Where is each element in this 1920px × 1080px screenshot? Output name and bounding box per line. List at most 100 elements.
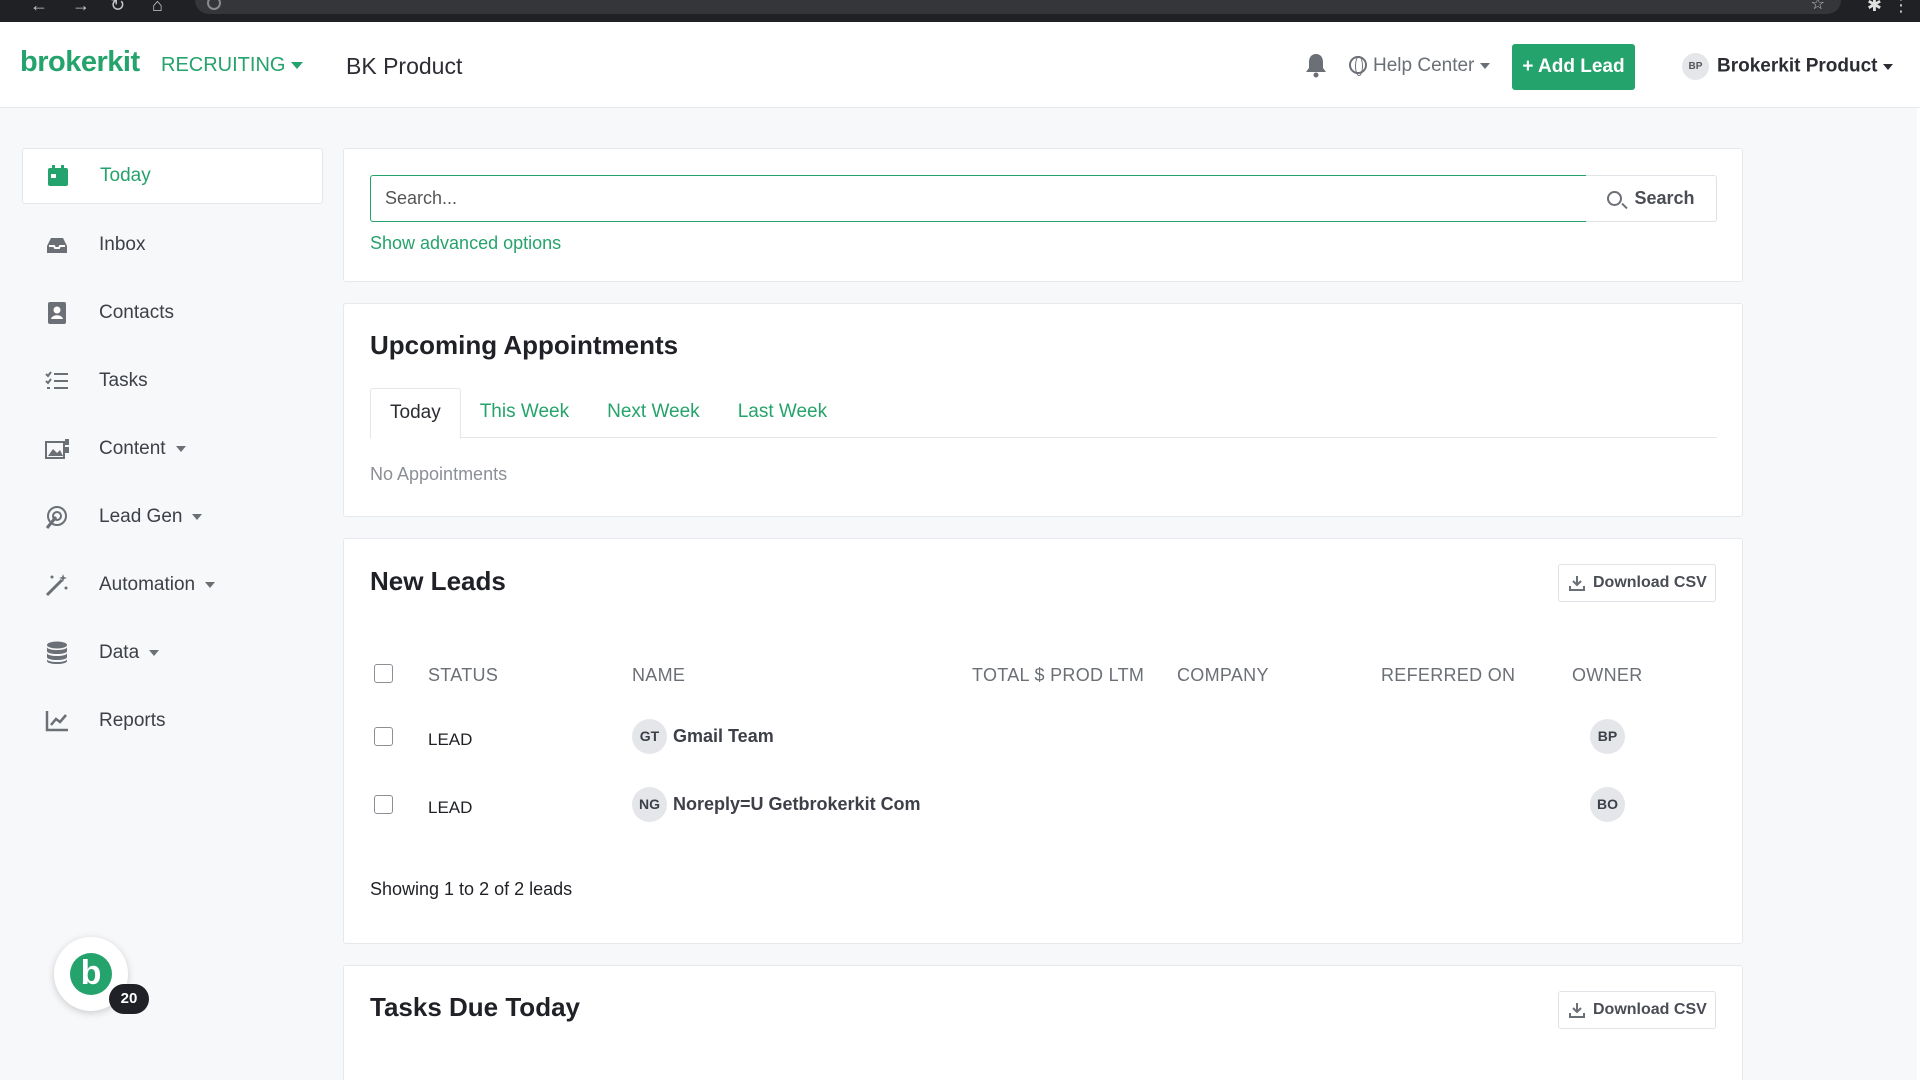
user-name: Brokerkit Product [1717,55,1878,77]
lead-status: LEAD [428,798,473,817]
chevron-down-icon [1480,62,1491,69]
user-menu[interactable]: BP Brokerkit Product [1682,53,1894,80]
chat-widget-button[interactable]: b 20 [54,937,149,1014]
lead-avatar: NG [632,787,667,822]
section-title: New Leads [370,566,506,596]
download-csv-button[interactable]: Download CSV [1558,991,1716,1029]
download-icon [1569,576,1585,591]
sidebar-item-inbox[interactable]: Inbox [22,217,323,272]
column-header-name[interactable]: NAME [632,665,685,686]
browser-menu-icon[interactable]: ⋮ [1892,0,1910,14]
column-header-status[interactable]: STATUS [428,665,498,686]
module-switcher[interactable]: RECRUITING [161,54,304,77]
chevron-down-icon [192,513,203,520]
magic-wand-icon [44,572,70,598]
upcoming-appointments-card: Upcoming Appointments Today This Week Ne… [343,303,1743,517]
lead-avatar: GT [632,719,667,754]
sidebar-item-automation[interactable]: Automation [22,557,323,612]
bell-icon[interactable] [1304,52,1328,78]
sidebar-nav: Today Inbox Contacts Tasks Content Lead … [22,148,323,761]
empty-state: No Appointments [370,464,508,484]
sidebar-item-label: Contacts [99,301,174,323]
content-icon [44,436,70,462]
column-header-company[interactable]: COMPANY [1177,665,1269,686]
user-avatar: BP [1682,53,1709,80]
sidebar-item-label: Content [99,437,166,459]
address-bar[interactable] [195,0,1841,14]
show-advanced-options-link[interactable]: Show advanced options [370,233,561,254]
extensions-icon[interactable]: ✱ [1867,0,1882,14]
sidebar-item-label: Today [100,165,151,186]
database-icon [44,640,70,666]
chevron-down-icon [175,445,186,452]
lead-gen-icon [44,504,70,530]
sidebar-item-label: Inbox [99,233,146,255]
forward-icon[interactable]: → [72,0,90,22]
lead-name-text[interactable]: Noreply=U Getbrokerkit Com [673,794,921,815]
search-card: Search Show advanced options [343,148,1743,282]
sidebar-item-tasks[interactable]: Tasks [22,353,323,408]
tasks-icon [44,368,70,394]
tab-next-week[interactable]: Next Week [588,388,719,438]
search-button[interactable]: Search [1586,175,1717,222]
chevron-down-icon [291,62,304,70]
sidebar-item-contacts[interactable]: Contacts [22,285,323,340]
owner-avatar: BO [1590,787,1625,822]
chevron-down-icon [149,649,160,656]
lead-status: LEAD [428,730,473,749]
brokerkit-logo[interactable]: brokerkit [20,46,140,79]
download-csv-label: Download CSV [1593,1001,1707,1018]
contacts-icon [44,300,70,326]
add-lead-button[interactable]: + Add Lead [1512,44,1635,90]
sidebar-item-data[interactable]: Data [22,625,323,680]
download-csv-button[interactable]: Download CSV [1558,564,1716,602]
section-title: Upcoming Appointments [370,330,679,360]
owner-avatar: BP [1590,719,1625,754]
workspace-name: BK Product [346,53,463,79]
tab-today[interactable]: Today [370,388,461,439]
lead-name[interactable]: NG Noreply=U Getbrokerkit Com [632,787,921,822]
chevron-down-icon [1883,63,1894,70]
sidebar-item-reports[interactable]: Reports [22,693,323,748]
tasks-due-today-card: Tasks Due Today Download CSV [343,965,1743,1080]
chevron-down-icon [205,581,216,588]
sidebar-item-label: Reports [99,709,166,731]
sidebar-item-today[interactable]: Today [22,148,323,204]
new-leads-card: New Leads Download CSV STATUS NAME TOTAL… [343,538,1743,944]
select-all-checkbox[interactable] [374,664,393,683]
tab-this-week[interactable]: This Week [461,388,588,438]
search-icon [1607,191,1623,206]
column-header-owner[interactable]: OWNER [1572,665,1643,686]
search-button-label: Search [1634,188,1695,208]
reload-icon[interactable]: ↻ [110,0,125,22]
row-checkbox[interactable] [374,727,393,746]
section-title: Tasks Due Today [370,992,580,1022]
notification-count-badge: 20 [109,984,149,1014]
home-icon[interactable]: ⌂ [152,0,163,22]
bookmark-star-icon[interactable]: ☆ [1811,0,1825,13]
top-header: brokerkit RECRUITING BK Product Help Cen… [0,22,1920,108]
sidebar-item-label: Lead Gen [99,505,183,527]
globe-icon [1349,56,1367,76]
sidebar-item-label: Data [99,641,140,663]
download-icon [1569,1003,1585,1018]
sidebar-item-content[interactable]: Content [22,421,323,476]
sidebar-item-label: Tasks [99,369,148,391]
back-icon[interactable]: ← [30,0,48,22]
lead-name-text[interactable]: Gmail Team [673,726,774,747]
lead-name[interactable]: GT Gmail Team [632,719,774,754]
row-checkbox[interactable] [374,795,393,814]
tab-last-week[interactable]: Last Week [719,388,846,438]
chart-line-icon [44,708,70,734]
column-header-total-prod[interactable]: TOTAL $ PROD LTM [972,665,1144,686]
appointments-tabs: Today This Week Next Week Last Week [370,388,1717,439]
sidebar-item-label: Automation [99,573,196,595]
download-csv-label: Download CSV [1593,574,1707,591]
help-center-menu[interactable]: Help Center [1349,55,1491,77]
inbox-icon [44,232,70,258]
sidebar-item-lead-gen[interactable]: Lead Gen [22,489,323,544]
column-header-referred-on[interactable]: REFERRED ON [1381,665,1515,686]
site-info-icon[interactable] [207,0,221,10]
search-input[interactable] [370,175,1587,222]
pagination-summary: Showing 1 to 2 of 2 leads [370,879,573,899]
